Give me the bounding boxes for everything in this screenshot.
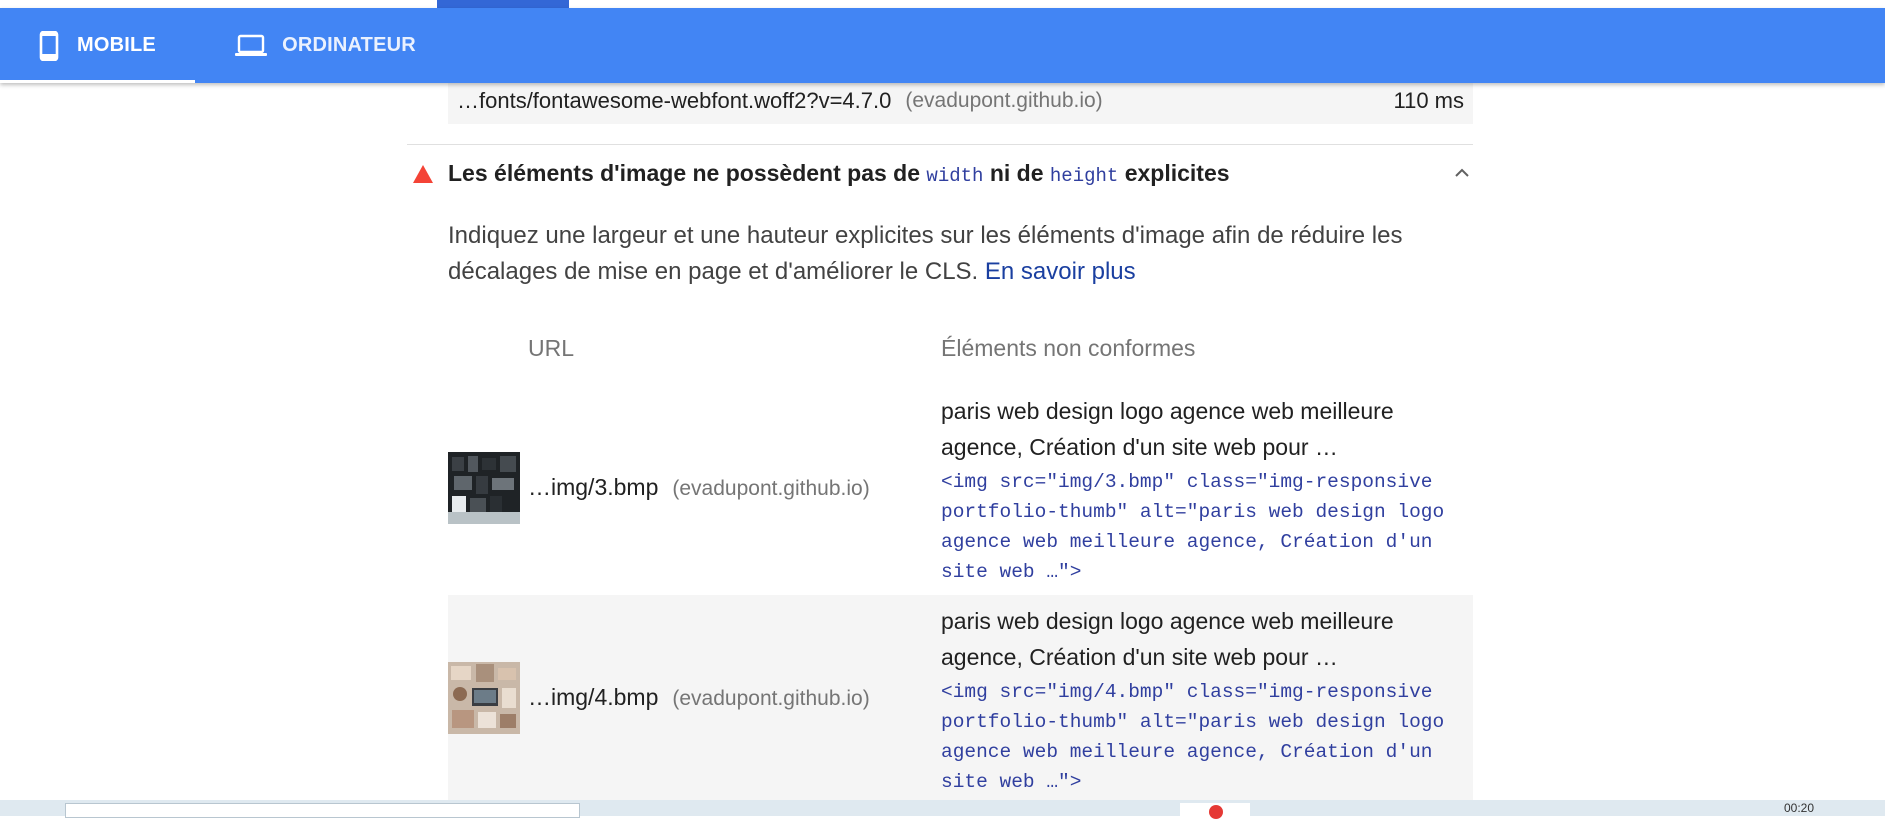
column-header-url: URL [528,335,575,361]
audit-title-code-width: width [926,165,984,187]
audit-title-part1: Les éléments d'image ne possèdent pas de [448,160,921,186]
audit-header[interactable]: Les éléments d'image ne possèdent pas de… [407,158,1473,194]
image-thumbnail [448,662,520,734]
audit-title-part3: explicites [1124,160,1230,186]
taskbar-clock: 00:20 [1783,801,1814,815]
audit-title-code-height: height [1049,165,1119,187]
audit-title-part2: ni de [989,160,1044,186]
element-label: paris web design logo agence web meilleu… [941,608,1394,670]
element-label: paris web design logo agence web meilleu… [941,398,1394,460]
row-url-host: (evadupont.github.io) [672,687,870,710]
row-url-path: …img/4.bmp [528,684,659,710]
tab-desktop-label: ORDINATEUR [282,34,416,56]
learn-more-link[interactable]: En savoir plus [985,258,1136,285]
audit-description-text: Indiquez une largeur et une hauteur expl… [448,222,1403,285]
image-thumbnail [448,452,520,524]
previous-row-host: (evadupont.github.io) [905,89,1103,112]
table-row: …img/4.bmp (evadupont.github.io) paris we… [448,595,1473,805]
laptop-icon [234,34,268,58]
smartphone-icon [39,30,59,61]
tab-mobile-label: MOBILE [77,34,156,56]
column-header-elements: Éléments non conformes [941,335,1196,361]
taskbar: 00:20 [0,800,1885,819]
tab-desktop[interactable]: ORDINATEUR [200,8,450,83]
chevron-up-icon[interactable] [1453,164,1471,187]
previous-row-time: 110 ms [1393,88,1464,113]
row-url-path: …img/3.bmp [528,474,659,500]
table-row: …img/3.bmp (evadupont.github.io) paris we… [448,385,1473,595]
device-tab-bar: MOBILE ORDINATEUR [0,8,1885,83]
previous-row-url: …fonts/fontawesome-webfont.woff2?v=4.7.0 [457,88,892,113]
warning-triangle-icon [412,164,434,189]
row-url-host: (evadupont.github.io) [672,477,870,500]
tab-mobile[interactable]: MOBILE [0,8,195,83]
audit-title: Les éléments d'image ne possèdent pas de… [448,160,1230,187]
row-url: …img/4.bmp (evadupont.github.io) [528,684,870,711]
element-snippet: <img src="img/4.bmp" class="img-responsi… [941,681,1456,793]
report-content: …fonts/fontawesome-webfont.woff2?v=4.7.0… [0,0,1885,805]
taskbar-app-button[interactable] [1180,803,1250,819]
app-icon [1209,805,1223,819]
audit-divider [407,144,1473,145]
audit-description: Indiquez une largeur et une hauteur expl… [448,218,1473,290]
row-url: …img/3.bmp (evadupont.github.io) [528,474,870,501]
element-snippet: <img src="img/3.bmp" class="img-responsi… [941,471,1456,583]
previous-table-row: …fonts/fontawesome-webfont.woff2?v=4.7.0… [448,78,1473,124]
